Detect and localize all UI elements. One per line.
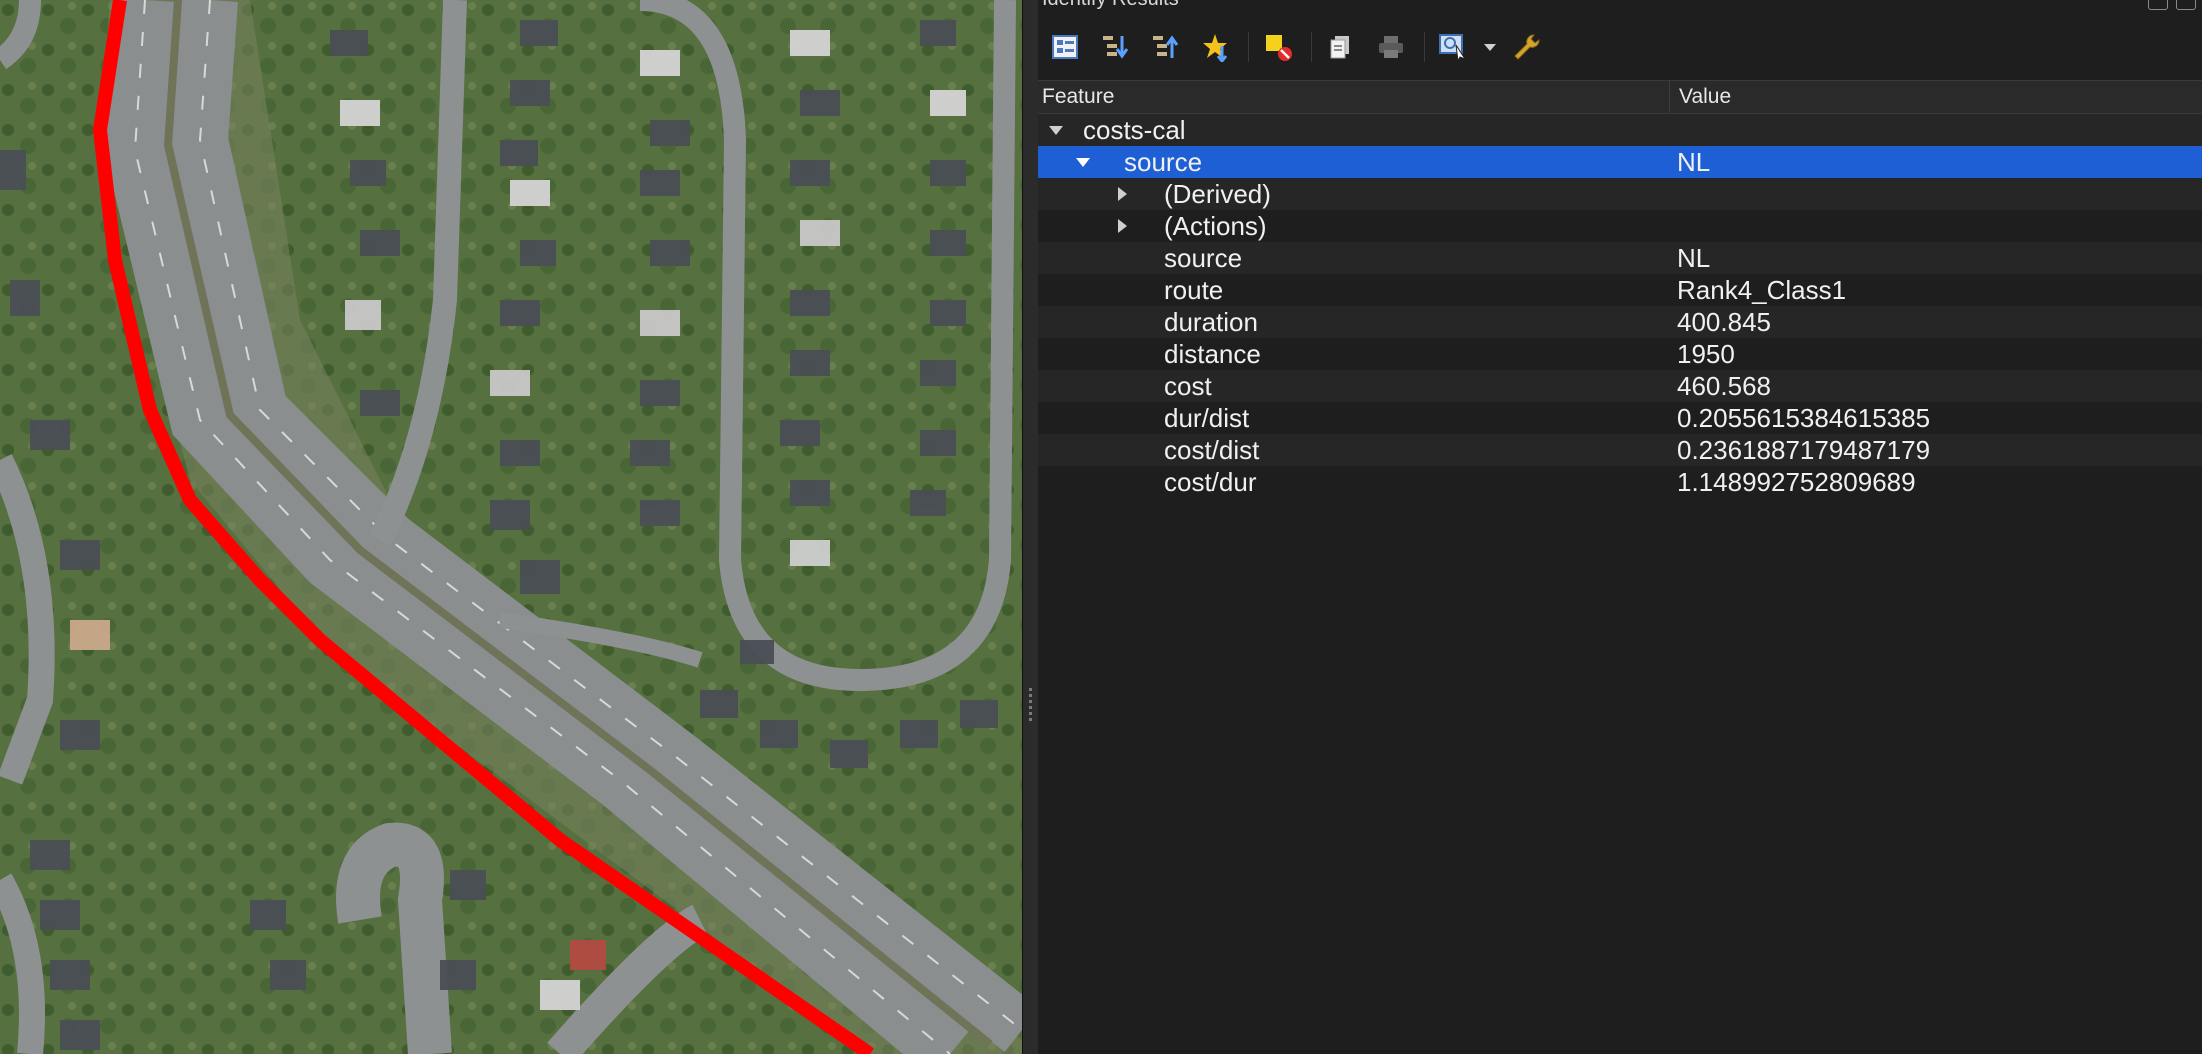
dropdown-arrow-icon[interactable] bbox=[1479, 30, 1501, 64]
toolbar-separator bbox=[1248, 32, 1249, 62]
attribute-row[interactable]: dur/dist 0.2055615384615385 bbox=[1038, 402, 2202, 434]
splitter-grip[interactable] bbox=[1029, 688, 1032, 724]
collapse-arrow-icon[interactable] bbox=[1073, 146, 1093, 178]
feature-value: NL bbox=[1677, 147, 1711, 177]
attribute-row[interactable]: cost/dist 0.2361887179487179 bbox=[1038, 434, 2202, 466]
map-canvas[interactable] bbox=[0, 0, 1022, 1054]
attribute-row[interactable]: source NL bbox=[1038, 242, 2202, 274]
attribute-value: 0.2055615384615385 bbox=[1677, 403, 1931, 433]
attribute-value: NL bbox=[1677, 243, 1711, 273]
column-header-feature[interactable]: Feature bbox=[1038, 81, 1670, 113]
attribute-row[interactable]: distance 1950 bbox=[1038, 338, 2202, 370]
attribute-value: 1.148992752809689 bbox=[1677, 467, 1916, 497]
column-header-value[interactable]: Value bbox=[1671, 81, 2202, 113]
attribute-value: 460.568 bbox=[1677, 371, 1771, 401]
feature-row[interactable]: source NL bbox=[1038, 146, 2202, 178]
attribute-name: cost bbox=[1164, 371, 1212, 401]
identify-results-tree[interactable]: Feature Value costs-cal source NL (Deriv… bbox=[1038, 80, 2202, 498]
expand-arrow-icon[interactable] bbox=[1112, 210, 1132, 242]
attribute-name: cost/dist bbox=[1164, 435, 1260, 465]
aerial-imagery bbox=[0, 0, 1022, 1054]
attribute-name: cost/dur bbox=[1164, 467, 1257, 497]
expand-new-icon[interactable] bbox=[1198, 30, 1232, 64]
identify-mode-icon[interactable] bbox=[1437, 30, 1471, 64]
expand-tree-icon[interactable] bbox=[1048, 30, 1082, 64]
attribute-name: dur/dist bbox=[1164, 403, 1250, 433]
group-label: (Actions) bbox=[1164, 211, 1267, 241]
close-panel-icon[interactable] bbox=[2176, 0, 2196, 10]
attribute-row[interactable]: route Rank4_Class1 bbox=[1038, 274, 2202, 306]
layer-row[interactable]: costs-cal bbox=[1038, 114, 2202, 146]
toolbar-separator bbox=[1311, 32, 1312, 62]
panel-splitter[interactable] bbox=[1022, 0, 1039, 1054]
tree-header: Feature Value bbox=[1038, 80, 2202, 114]
group-row-derived[interactable]: (Derived) bbox=[1038, 178, 2202, 210]
attribute-value: Rank4_Class1 bbox=[1677, 275, 1847, 305]
attribute-row[interactable]: cost 460.568 bbox=[1038, 370, 2202, 402]
toolbar-separator bbox=[1424, 32, 1425, 62]
copy-icon[interactable] bbox=[1324, 30, 1358, 64]
attribute-value: 1950 bbox=[1677, 339, 1735, 369]
attribute-name: distance bbox=[1164, 339, 1261, 369]
collapse-all-icon[interactable] bbox=[1148, 30, 1182, 64]
layer-name: costs-cal bbox=[1083, 115, 1186, 145]
attribute-value: 400.845 bbox=[1677, 307, 1771, 337]
group-label: (Derived) bbox=[1164, 179, 1271, 209]
attribute-row[interactable]: duration 400.845 bbox=[1038, 306, 2202, 338]
panel-title: Identify Results bbox=[1042, 0, 1179, 11]
clear-highlights-icon[interactable] bbox=[1261, 30, 1295, 64]
attribute-name: duration bbox=[1164, 307, 1258, 337]
collapse-arrow-icon[interactable] bbox=[1046, 114, 1066, 146]
group-row-actions[interactable]: (Actions) bbox=[1038, 210, 2202, 242]
expand-arrow-icon[interactable] bbox=[1112, 178, 1132, 210]
attribute-name: route bbox=[1164, 275, 1224, 305]
identify-toolbar bbox=[1038, 22, 2202, 72]
attribute-row[interactable]: cost/dur 1.148992752809689 bbox=[1038, 466, 2202, 498]
expand-all-icon[interactable] bbox=[1098, 30, 1132, 64]
panel-title-buttons bbox=[2148, 0, 2196, 10]
attribute-value: 0.2361887179487179 bbox=[1677, 435, 1931, 465]
print-icon[interactable] bbox=[1374, 30, 1408, 64]
settings-wrench-icon[interactable] bbox=[1509, 30, 1543, 64]
identify-results-panel: Identify Results bbox=[1038, 0, 2202, 1054]
attribute-name: source bbox=[1164, 243, 1243, 273]
float-panel-icon[interactable] bbox=[2148, 0, 2168, 10]
feature-label: source bbox=[1124, 147, 1203, 177]
